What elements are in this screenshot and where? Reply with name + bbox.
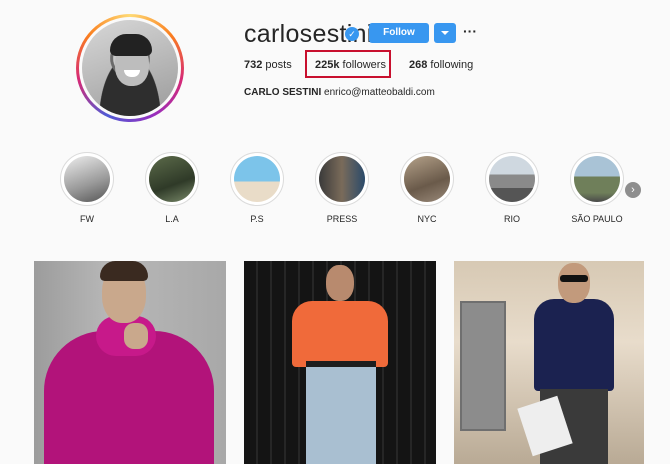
story-highlight-rio[interactable]: RIO	[484, 152, 540, 224]
more-options-icon[interactable]: ···	[463, 23, 477, 43]
story-thumbnail	[404, 156, 450, 202]
story-highlight-ps[interactable]: P.S	[229, 152, 285, 224]
story-label: SÃO PAULO	[571, 214, 623, 224]
story-highlight-fw[interactable]: FW	[59, 152, 115, 224]
posts-count: 732	[244, 59, 263, 71]
story-highlight-la[interactable]: L.A	[144, 152, 200, 224]
story-label: RIO	[503, 214, 520, 224]
story-label: P.S	[250, 214, 264, 224]
profile-bio: CARLO SESTINI enrico@matteobaldi.com	[244, 87, 435, 98]
post-thumbnail[interactable]	[34, 261, 226, 464]
profile-email-link[interactable]: enrico@matteobaldi.com	[324, 87, 435, 98]
story-thumbnail	[234, 156, 280, 202]
story-thumbnail	[489, 156, 535, 202]
story-highlight-sao-paulo[interactable]: SÃO PAULO	[569, 152, 625, 224]
suggestions-dropdown-button[interactable]	[434, 23, 456, 43]
posts-stat: 732 posts	[244, 59, 292, 71]
profile-avatar-ring[interactable]	[76, 14, 184, 122]
story-label: NYC	[417, 214, 437, 224]
story-highlight-press[interactable]: PRESS	[314, 152, 370, 224]
verified-badge-icon: ✓	[345, 27, 359, 41]
chevron-right-icon[interactable]: ›	[625, 182, 641, 198]
story-thumbnail	[574, 156, 620, 202]
followers-highlight-box	[305, 50, 391, 78]
story-thumbnail	[64, 156, 110, 202]
following-count: 268	[409, 59, 428, 71]
story-thumbnail	[319, 156, 365, 202]
profile-avatar	[82, 20, 178, 116]
following-label: following	[430, 59, 474, 71]
story-label: PRESS	[326, 214, 358, 224]
posts-label: posts	[265, 59, 292, 71]
post-thumbnail[interactable]	[454, 261, 644, 464]
story-thumbnail	[149, 156, 195, 202]
follow-button[interactable]: Follow	[369, 23, 429, 43]
story-label: L.A	[165, 214, 179, 224]
following-stat[interactable]: 268 following	[409, 59, 473, 71]
post-thumbnail[interactable]	[244, 261, 436, 464]
story-label: FW	[80, 214, 94, 224]
story-highlight-nyc[interactable]: NYC	[399, 152, 455, 224]
profile-full-name: CARLO SESTINI	[244, 87, 322, 98]
